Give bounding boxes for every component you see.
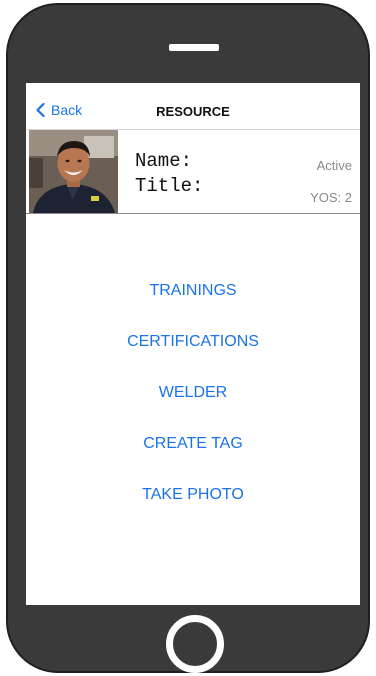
trainings-link[interactable]: TRAININGS <box>26 279 360 330</box>
phone-frame: Back RESOURCE Name: Title: Active YOS: 2… <box>6 3 370 673</box>
take-photo-link[interactable]: TAKE PHOTO <box>26 483 360 534</box>
title-label: Title: <box>135 175 204 197</box>
certifications-link[interactable]: CERTIFICATIONS <box>26 330 360 381</box>
name-label: Name: <box>135 150 193 172</box>
profile-fields: Name: Title: <box>135 149 203 199</box>
navigation-bar: Back RESOURCE <box>26 83 360 130</box>
app-screen: Back RESOURCE Name: Title: Active YOS: 2… <box>26 83 360 605</box>
create-tag-link[interactable]: CREATE TAG <box>26 432 360 483</box>
welder-link[interactable]: WELDER <box>26 381 360 432</box>
action-menu: TRAININGS CERTIFICATIONS WELDER CREATE T… <box>26 279 360 534</box>
avatar <box>29 130 118 213</box>
home-button-icon[interactable] <box>166 615 224 673</box>
speaker-icon <box>169 44 219 51</box>
resource-profile: Name: Title: Active YOS: 2 <box>26 130 360 214</box>
page-title: RESOURCE <box>156 104 230 119</box>
years-of-service: YOS: 2 <box>310 190 352 205</box>
status-badge: Active <box>316 158 352 173</box>
